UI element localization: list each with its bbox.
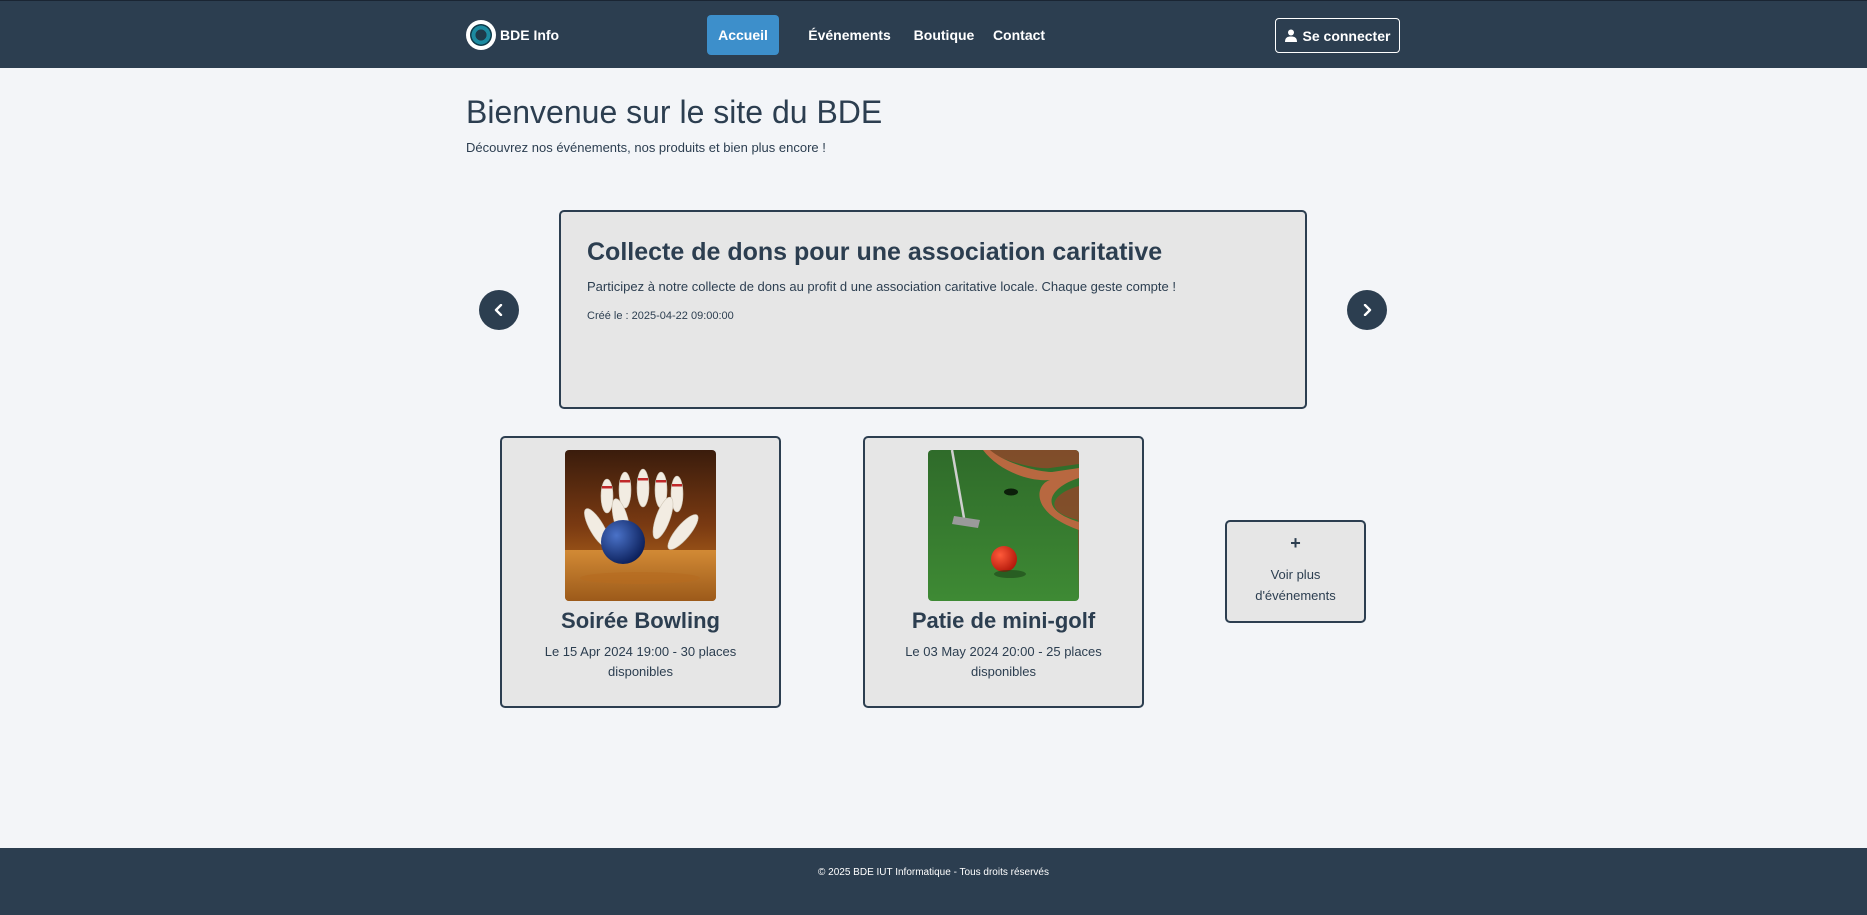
- chevron-right-icon: [1363, 304, 1372, 316]
- see-more-label: Voir plus d'événements: [1255, 567, 1336, 603]
- login-button[interactable]: Se connecter: [1275, 18, 1400, 53]
- plus-icon: +: [1290, 533, 1301, 553]
- see-more-events-button[interactable]: + Voir plus d'événements: [1225, 520, 1366, 623]
- page-title: Bienvenue sur le site du BDE: [466, 94, 883, 130]
- login-label: Se connecter: [1302, 27, 1391, 44]
- mini-golf-image: [928, 450, 1079, 601]
- user-icon: [1284, 29, 1297, 42]
- chevron-left-icon: [494, 304, 503, 316]
- event-title: Patie de mini-golf: [911, 608, 1096, 633]
- nav-link-evenements[interactable]: Événements: [792, 15, 907, 55]
- bowling-image: [565, 450, 716, 601]
- event-title: Soirée Bowling: [561, 608, 720, 633]
- event-card-mini-golf[interactable]: Patie de mini-golf Le 03 May 2024 20:00 …: [863, 436, 1144, 708]
- footer-text: © 2025 BDE IUT Informatique - Tous droit…: [818, 867, 1049, 878]
- nav-links: Accueil Événements Boutique Contact: [707, 15, 1054, 55]
- event-info: Le 15 Apr 2024 19:00 - 30 places disponi…: [544, 644, 737, 679]
- page-subtitle: Découvrez nos événements, nos produits e…: [466, 140, 826, 155]
- brand[interactable]: BDE Info: [466, 19, 559, 51]
- event-info: Le 03 May 2024 20:00 - 25 places disponi…: [905, 644, 1102, 679]
- carousel-next-button[interactable]: [1347, 290, 1387, 330]
- carousel-slide: Collecte de dons pour une association ca…: [559, 210, 1307, 409]
- carousel-prev-button[interactable]: [479, 290, 519, 330]
- carousel-created-date: Créé le : 2025-04-22 09:00:00: [587, 310, 734, 322]
- navbar: BDE Info Accueil Événements Boutique Con…: [0, 0, 1867, 68]
- bde-logo-icon: [466, 20, 496, 50]
- nav-link-accueil[interactable]: Accueil: [707, 15, 779, 55]
- nav-link-boutique[interactable]: Boutique: [909, 15, 979, 55]
- footer: © 2025 BDE IUT Informatique - Tous droit…: [0, 848, 1867, 915]
- event-card-bowling[interactable]: Soirée Bowling Le 15 Apr 2024 19:00 - 30…: [500, 436, 781, 708]
- nav-link-contact[interactable]: Contact: [984, 15, 1054, 55]
- carousel-title: Collecte de dons pour une association ca…: [587, 238, 1163, 266]
- carousel-description: Participez à notre collecte de dons au p…: [587, 279, 1176, 294]
- brand-label: BDE Info: [500, 27, 560, 43]
